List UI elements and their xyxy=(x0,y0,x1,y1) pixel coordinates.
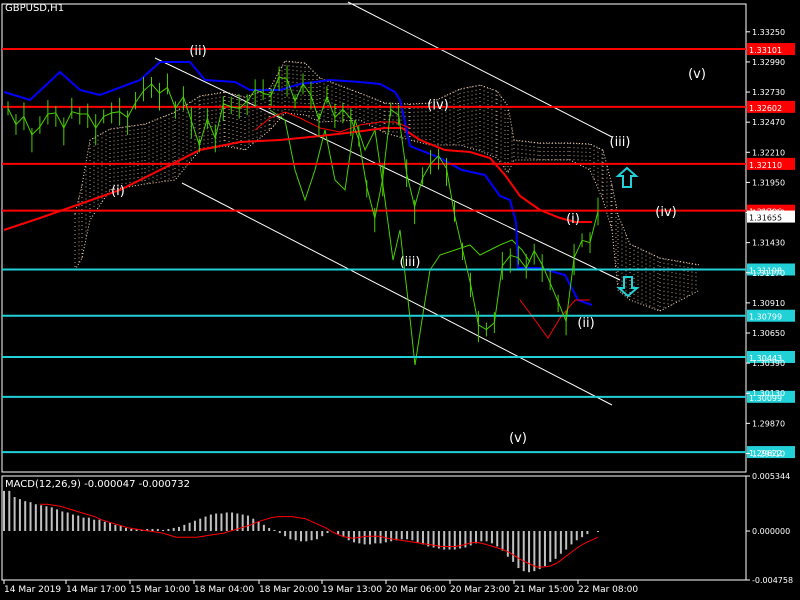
chart-svg: 1.331011.326021.321101.317061.311981.307… xyxy=(1,1,795,595)
x-tick-label: 19 Mar 13:00 xyxy=(322,585,382,595)
y-tick-label: 1.29610 xyxy=(752,449,785,458)
wave-label: (iii) xyxy=(400,255,421,270)
y-tick-label: 1.32990 xyxy=(752,58,785,67)
y-tick-label: 1.31950 xyxy=(752,178,785,187)
y-tick-label: 1.30910 xyxy=(752,299,785,308)
x-tick-label: 14 Mar 17:00 xyxy=(66,585,126,595)
symbol-label: GBPUSD,H1 xyxy=(5,3,65,14)
x-tick-label: 15 Mar 10:00 xyxy=(130,585,190,595)
y-tick-label: 1.32210 xyxy=(752,148,785,157)
macd-pane-frame xyxy=(1,475,747,581)
x-tick-label: 18 Mar 20:00 xyxy=(259,585,319,595)
y-tick-label: 1.31430 xyxy=(752,239,785,248)
lagging-line xyxy=(269,109,531,366)
x-tick-label: 21 Mar 15:00 xyxy=(514,585,574,595)
y-tick-label: 1.30650 xyxy=(752,329,785,338)
x-tick-label: 22 Mar 08:00 xyxy=(578,585,638,595)
wave-label: (iii) xyxy=(610,135,631,150)
macd-title: MACD(12,26,9) -0.000047 -0.000732 xyxy=(5,479,190,490)
macd-signal-line xyxy=(40,503,599,568)
y-tick-label: 1.32730 xyxy=(752,88,785,97)
level-price-label: 1.32602 xyxy=(749,104,782,113)
wave-label: (iv) xyxy=(655,205,676,220)
price-pane-frame xyxy=(1,3,747,473)
wave-label: (ii) xyxy=(189,44,206,59)
y-tick-label: 1.29870 xyxy=(752,419,785,428)
x-tick-label: 14 Mar 2019 xyxy=(4,585,61,595)
y-tick-label: 1.30130 xyxy=(752,389,785,398)
channel-lower-line xyxy=(181,182,613,406)
macd-y-tick-label: -0.004758 xyxy=(752,576,793,585)
channel-outer-line xyxy=(347,1,613,138)
macd-y-tick-label: 0.000000 xyxy=(752,527,790,536)
x-tick-label: 18 Mar 04:00 xyxy=(194,585,254,595)
x-tick-label: 20 Mar 06:00 xyxy=(386,585,446,595)
y-tick-label: 1.33250 xyxy=(752,28,785,37)
macd-y-tick-label: 0.005344 xyxy=(752,472,790,481)
y-tick-label: 1.31170 xyxy=(752,269,785,278)
wave-label: (i) xyxy=(566,212,580,227)
wave-label: (v) xyxy=(509,431,527,446)
y-tick-label: 1.31690 xyxy=(752,209,785,218)
wave-label: (ii) xyxy=(577,316,594,331)
level-price-label: 1.30799 xyxy=(749,313,782,322)
x-tick-label: 20 Mar 23:00 xyxy=(450,585,510,595)
level-price-label: 1.33101 xyxy=(749,46,782,55)
arrow-up-icon xyxy=(615,166,639,188)
y-tick-label: 1.30390 xyxy=(752,359,785,368)
chart-window: 1.331011.326021.321101.317061.311981.307… xyxy=(0,0,800,600)
level-price-label: 1.32110 xyxy=(749,161,782,170)
wave-label: (iv) xyxy=(427,98,448,113)
wave-label: (v) xyxy=(688,67,706,82)
wave-label: (i) xyxy=(111,184,125,199)
channel-upper-line xyxy=(154,57,621,281)
y-tick-label: 1.32470 xyxy=(752,118,785,127)
